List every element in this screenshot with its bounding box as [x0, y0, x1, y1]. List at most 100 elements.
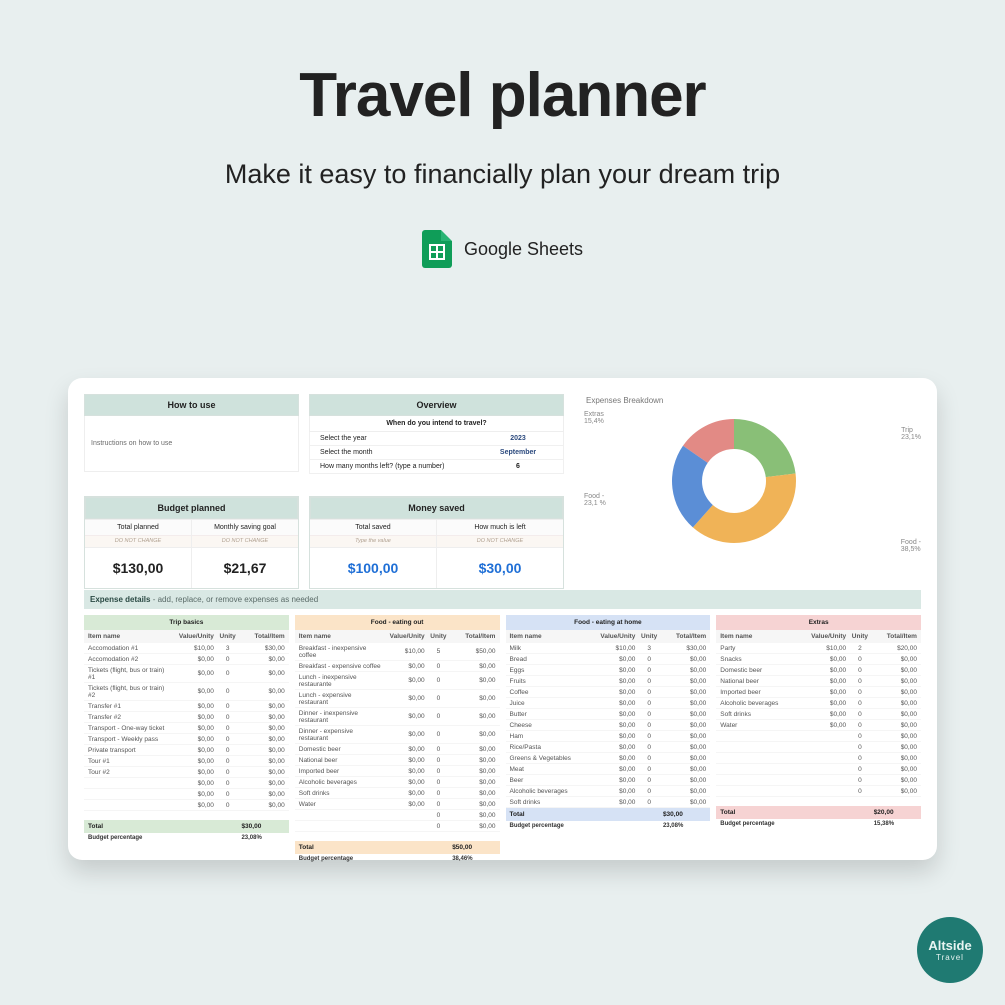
cell[interactable]: 0	[214, 725, 242, 732]
table-row[interactable]: 0$0,00	[295, 821, 500, 832]
cell[interactable]: 0	[635, 799, 663, 806]
cell[interactable]: $0,00	[452, 663, 495, 670]
cell[interactable]: $0,00	[663, 788, 706, 795]
cell[interactable]: $0,00	[241, 758, 284, 765]
cell[interactable]: $0,00	[171, 703, 214, 710]
cell[interactable]: $0,00	[874, 711, 917, 718]
cell[interactable]: 0	[214, 791, 242, 798]
cell[interactable]: $0,00	[592, 744, 635, 751]
cell[interactable]: $0,00	[592, 711, 635, 718]
cell[interactable]: Dinner - expensive restaurant	[299, 728, 382, 742]
cell[interactable]: 0	[635, 656, 663, 663]
table-row[interactable]: Dinner - inexpensive restaurant$0,000$0,…	[295, 708, 500, 726]
table-row[interactable]: Transport - One-way ticket$0,000$0,00	[84, 723, 289, 734]
cell[interactable]: $0,00	[803, 722, 846, 729]
cell[interactable]: $0,00	[592, 722, 635, 729]
table-row[interactable]: Cheese$0,000$0,00	[506, 720, 711, 731]
cell[interactable]: $0,00	[874, 667, 917, 674]
cell[interactable]: $0,00	[874, 722, 917, 729]
table-row[interactable]: Domestic beer$0,000$0,00	[716, 665, 921, 676]
table-row[interactable]: Coffee$0,000$0,00	[506, 687, 711, 698]
cell[interactable]: $0,00	[874, 733, 917, 740]
cell[interactable]: 0	[846, 766, 874, 773]
cell[interactable]: $0,00	[171, 769, 214, 776]
cell[interactable]: $0,00	[381, 768, 424, 775]
table-row[interactable]: Tour #1$0,000$0,00	[84, 756, 289, 767]
cell[interactable]: $0,00	[592, 766, 635, 773]
cell[interactable]: $0,00	[452, 713, 495, 720]
cell[interactable]: $0,00	[381, 713, 424, 720]
cell[interactable]: 3	[635, 645, 663, 652]
cell[interactable]: $0,00	[874, 755, 917, 762]
cell[interactable]: $0,00	[592, 733, 635, 740]
cell[interactable]: 0	[214, 670, 242, 677]
cell[interactable]: 0	[635, 667, 663, 674]
cell[interactable]: $0,00	[241, 714, 284, 721]
table-row[interactable]: Greens & Vegetables$0,000$0,00	[506, 753, 711, 764]
cell[interactable]: $0,00	[171, 670, 214, 677]
table-row[interactable]: Breakfast - inexpensive coffee$10,005$50…	[295, 643, 500, 661]
cell[interactable]: $0,00	[171, 725, 214, 732]
cell[interactable]: $0,00	[874, 777, 917, 784]
cell[interactable]: Dinner - inexpensive restaurant	[299, 710, 382, 724]
cell[interactable]: $50,00	[452, 648, 495, 655]
cell[interactable]: 0	[425, 746, 453, 753]
table-row[interactable]: Lunch - expensive restaurant$0,000$0,00	[295, 690, 500, 708]
cell[interactable]: 0	[846, 667, 874, 674]
cell[interactable]: 0	[214, 703, 242, 710]
cell[interactable]: 0	[214, 688, 242, 695]
table-row[interactable]: $0,000$0,00	[84, 789, 289, 800]
cell[interactable]: 0	[635, 788, 663, 795]
cell[interactable]: Lunch - expensive restaurant	[299, 692, 382, 706]
cell[interactable]: 0	[846, 678, 874, 685]
cell[interactable]: Cheese	[510, 722, 593, 729]
cell[interactable]: 0	[846, 755, 874, 762]
cell[interactable]: 0	[846, 777, 874, 784]
table-row[interactable]: Transfer #1$0,000$0,00	[84, 701, 289, 712]
table-row[interactable]: Milk$10,003$30,00	[506, 643, 711, 654]
cell[interactable]: 0	[425, 695, 453, 702]
month-value[interactable]: September	[483, 449, 553, 456]
cell[interactable]: $0,00	[241, 769, 284, 776]
table-row[interactable]: Water$0,000$0,00	[716, 720, 921, 731]
cell[interactable]: $0,00	[452, 801, 495, 808]
cell[interactable]: Imported beer	[720, 689, 803, 696]
table-row[interactable]: 0$0,00	[716, 764, 921, 775]
cell[interactable]: Bread	[510, 656, 593, 663]
cell[interactable]: $0,00	[874, 678, 917, 685]
cell[interactable]: $0,00	[452, 731, 495, 738]
cell[interactable]: $0,00	[452, 746, 495, 753]
cell[interactable]: $10,00	[592, 645, 635, 652]
table-row[interactable]: Bread$0,000$0,00	[506, 654, 711, 665]
cell[interactable]: 3	[214, 645, 242, 652]
table-row[interactable]: Water$0,000$0,00	[295, 799, 500, 810]
cell[interactable]: $0,00	[874, 689, 917, 696]
cell[interactable]: 0	[425, 768, 453, 775]
cell[interactable]: 0	[425, 713, 453, 720]
cell[interactable]: $0,00	[381, 757, 424, 764]
cell[interactable]: $0,00	[663, 744, 706, 751]
table-row[interactable]: $0,000$0,00	[84, 800, 289, 811]
cell[interactable]: Domestic beer	[299, 746, 382, 753]
cell[interactable]: $0,00	[663, 799, 706, 806]
cell[interactable]: Coffee	[510, 689, 593, 696]
table-row[interactable]: Transport - Weekly pass$0,000$0,00	[84, 734, 289, 745]
cell[interactable]: $0,00	[874, 700, 917, 707]
cell[interactable]: Breakfast - expensive coffee	[299, 663, 382, 670]
cell[interactable]: Tickets (flight, bus or train) #2	[88, 685, 171, 699]
cell[interactable]: $0,00	[381, 731, 424, 738]
cell[interactable]: Butter	[510, 711, 593, 718]
monthsleft-value[interactable]: 6	[483, 463, 553, 470]
cell[interactable]: 5	[425, 648, 453, 655]
cell[interactable]: $0,00	[663, 755, 706, 762]
cell[interactable]: 0	[214, 769, 242, 776]
cell[interactable]: 0	[846, 788, 874, 795]
cell[interactable]: $30,00	[241, 645, 284, 652]
cell[interactable]: 0	[635, 722, 663, 729]
table-row[interactable]: Imported beer$0,000$0,00	[716, 687, 921, 698]
cell[interactable]: $0,00	[381, 677, 424, 684]
cell[interactable]: $0,00	[592, 689, 635, 696]
cell[interactable]: Accomodation #1	[88, 645, 171, 652]
cell[interactable]: Tickets (flight, bus or train) #1	[88, 667, 171, 681]
cell[interactable]: $0,00	[452, 790, 495, 797]
